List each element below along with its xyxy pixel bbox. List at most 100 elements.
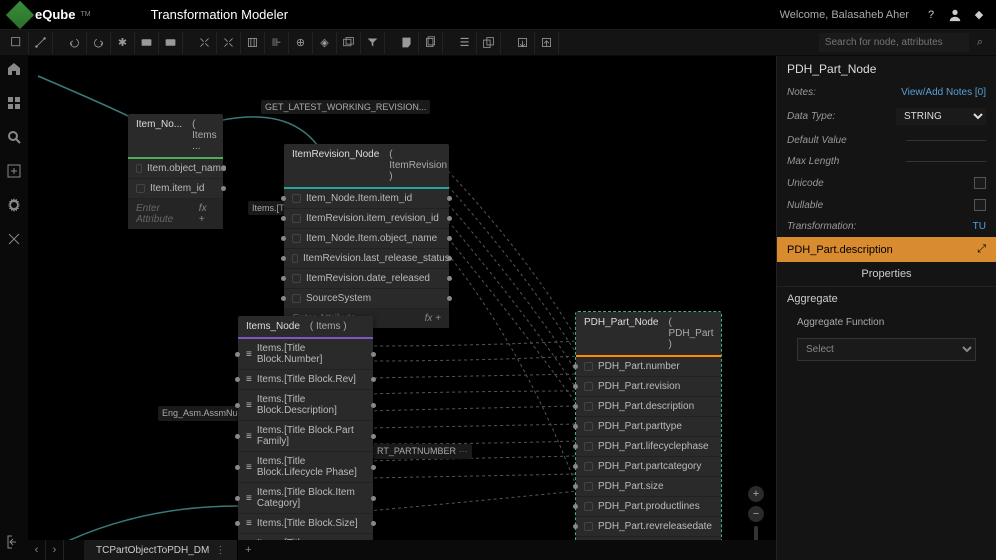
target-icon[interactable]: ⊕ (289, 32, 313, 54)
node-itemrev-name: ItemRevision_Node (292, 149, 379, 182)
node-row[interactable]: ItemRevision.date_released (284, 269, 449, 289)
home-icon[interactable] (6, 61, 22, 77)
node-item-name: Item_No... (136, 119, 182, 152)
node-row[interactable]: PDH_Part.number (576, 357, 721, 377)
node-pdh[interactable]: PDH_Part_Node ( PDH_Part ) PDH_Part.numb… (576, 312, 721, 540)
tab-next-button[interactable]: › (46, 540, 64, 560)
undo-icon[interactable] (63, 32, 87, 54)
search-input[interactable] (819, 33, 969, 52)
properties-panel: PDH_Part_Node Notes: View/Add Notes [0] … (776, 56, 996, 560)
aggregate-section[interactable]: Aggregate (777, 287, 996, 311)
selected-attribute: PDH_Part.description (787, 244, 893, 256)
node-row[interactable]: ItemRevision.item_revision_id (284, 209, 449, 229)
default-value-input[interactable] (906, 140, 986, 141)
apps-icon[interactable]: ◆ (972, 8, 986, 22)
user-icon[interactable] (948, 8, 962, 22)
node-row[interactable]: ≡ Items.[Title Block.Part Family] (238, 421, 373, 452)
tab-active[interactable]: TCPartObjectToPDH_DM ⋮ (84, 540, 238, 560)
fx-button[interactable]: fx + (425, 313, 441, 324)
tool-panel2-icon[interactable] (159, 32, 183, 54)
brand-tm: TM (80, 11, 90, 18)
redo-icon[interactable] (87, 32, 111, 54)
nullable-checkbox[interactable] (974, 199, 986, 211)
aggregate-function-label: Aggregate Function (777, 311, 996, 334)
brand-name: eQube (35, 7, 75, 22)
node-row[interactable]: PDH_Part.description (576, 397, 721, 417)
modules-icon[interactable] (6, 95, 22, 111)
label-partnumber: RT_PARTNUMBER ⋯ (373, 444, 472, 459)
fx-button[interactable]: fx + (199, 203, 215, 225)
node-row[interactable]: PDH_Part.lifecyclephase (576, 437, 721, 457)
help-icon[interactable]: ? (924, 8, 938, 22)
tool-connect-icon[interactable] (29, 32, 53, 54)
tool-panel1-icon[interactable] (135, 32, 159, 54)
collapse-icon[interactable] (193, 32, 217, 54)
search-rail-icon[interactable] (6, 129, 22, 145)
exit-icon[interactable] (6, 534, 22, 550)
app-title: Transformation Modeler (151, 7, 289, 22)
datatype-label: Data Type: (787, 111, 835, 122)
node-row[interactable]: PDH_Part.revreleasedate (576, 517, 721, 537)
import-icon[interactable] (511, 32, 535, 54)
node-row[interactable]: PDH_Part.productlines (576, 497, 721, 517)
label-get-latest: GET_LATEST_WORKING_REVISION... (261, 100, 430, 114)
node-itemrev-type: ( ItemRevision ) (389, 149, 447, 182)
node-row[interactable]: PDH_Part.partcategory (576, 457, 721, 477)
tab-menu-icon[interactable]: ⋮ (215, 545, 225, 556)
enter-attribute[interactable]: Enter Attribute (136, 203, 199, 225)
node-itemrevision[interactable]: ItemRevision_Node ( ItemRevision ) Item_… (284, 144, 449, 328)
transformation-label: Transformation: (787, 221, 856, 232)
nullable-label: Nullable (787, 200, 823, 211)
layer-icon[interactable] (337, 32, 361, 54)
datatype-select[interactable]: STRING (896, 108, 986, 125)
node-row[interactable]: PDH_Part.size (576, 477, 721, 497)
export-icon[interactable] (535, 32, 559, 54)
gear-icon[interactable] (6, 197, 22, 213)
expand-attribute-icon[interactable]: ⤢ (977, 243, 986, 256)
copy-icon[interactable] (419, 32, 443, 54)
aggregate-function-select[interactable]: Select (797, 338, 976, 361)
node-row[interactable]: PDH_Part.parttype (576, 417, 721, 437)
notes-link[interactable]: View/Add Notes [0] (901, 87, 986, 98)
node-row[interactable]: Item_Node.Item.object_name (284, 229, 449, 249)
tab-prev-button[interactable]: ‹ (28, 540, 46, 560)
unicode-checkbox[interactable] (974, 177, 986, 189)
node-row[interactable]: Item_Node.Item.item_id (284, 189, 449, 209)
node-row[interactable]: ≡ Items.[Title Block.Item Category] (238, 483, 373, 514)
tools-icon[interactable] (6, 231, 22, 247)
node-row[interactable]: ItemRevision.last_release_status (284, 249, 449, 269)
node-item[interactable]: Item_No... ( Items ... Item.object_name … (128, 114, 223, 229)
node-row[interactable]: Item.item_id (128, 179, 223, 199)
node-row[interactable]: ≡ Items.[Title Block.Size] (238, 514, 373, 534)
node-row[interactable]: ≡ Items.[Title Block.Rev] (238, 370, 373, 390)
align-icon[interactable]: ⊪ (265, 32, 289, 54)
tool-cursor-icon[interactable] (5, 32, 29, 54)
fit-icon[interactable] (241, 32, 265, 54)
filter-icon[interactable] (361, 32, 385, 54)
settings-icon[interactable]: ✱ (111, 32, 135, 54)
expand-icon[interactable] (217, 32, 241, 54)
add-box-icon[interactable] (6, 163, 22, 179)
node-row[interactable]: ≡ Items.[Title Block.Description] (238, 390, 373, 421)
brand-logo-icon (6, 0, 34, 28)
note-icon[interactable] (395, 32, 419, 54)
maxlength-input[interactable] (906, 161, 986, 162)
node-items-type: ( Items ) (310, 321, 347, 332)
node-row[interactable]: PDH_Part.revision (576, 377, 721, 397)
zoom-slider[interactable] (754, 526, 758, 540)
node-row[interactable]: Item.object_name (128, 159, 223, 179)
transformation-value[interactable]: TU (973, 221, 986, 232)
node-pdh-name: PDH_Part_Node (584, 317, 658, 350)
stack-icon[interactable]: ☰ (453, 32, 477, 54)
node-row[interactable]: ≡ Items.[Title Block.Lifecycle Phase] (238, 452, 373, 483)
node-row[interactable]: ≡ Items.[Title Block.Number] (238, 339, 373, 370)
panel-title: PDH_Part_Node (777, 56, 996, 82)
search-icon[interactable]: ⌕ (969, 36, 991, 49)
duplicate-icon[interactable] (477, 32, 501, 54)
node-items[interactable]: Items_Node ( Items ) ≡ Items.[Title Bloc… (238, 316, 373, 540)
zoom-in-button[interactable]: + (748, 486, 764, 502)
add-tab-button[interactable]: + (238, 540, 258, 560)
zoom-out-button[interactable]: − (748, 506, 764, 522)
group-icon[interactable]: ◈ (313, 32, 337, 54)
node-row[interactable]: SourceSystem (284, 289, 449, 309)
